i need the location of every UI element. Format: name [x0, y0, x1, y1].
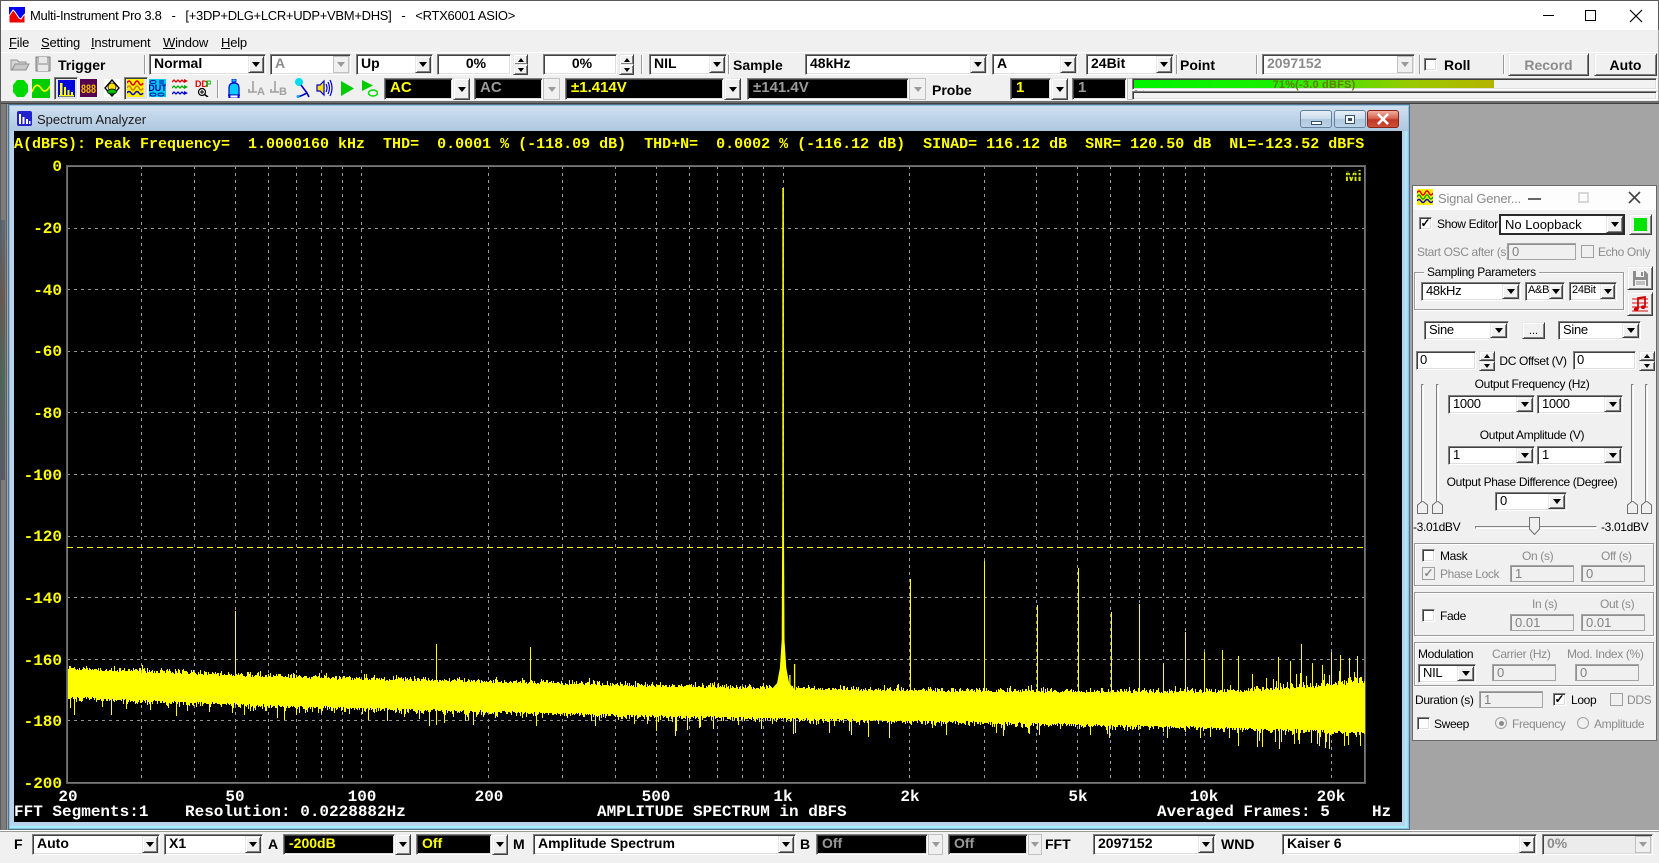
svg-text:P: P [206, 79, 211, 89]
svg-text:888: 888 [81, 82, 96, 96]
svg-text:B: B [279, 86, 287, 96]
svg-text:A: A [257, 86, 265, 96]
svg-text:DUT: DUT [149, 83, 166, 93]
